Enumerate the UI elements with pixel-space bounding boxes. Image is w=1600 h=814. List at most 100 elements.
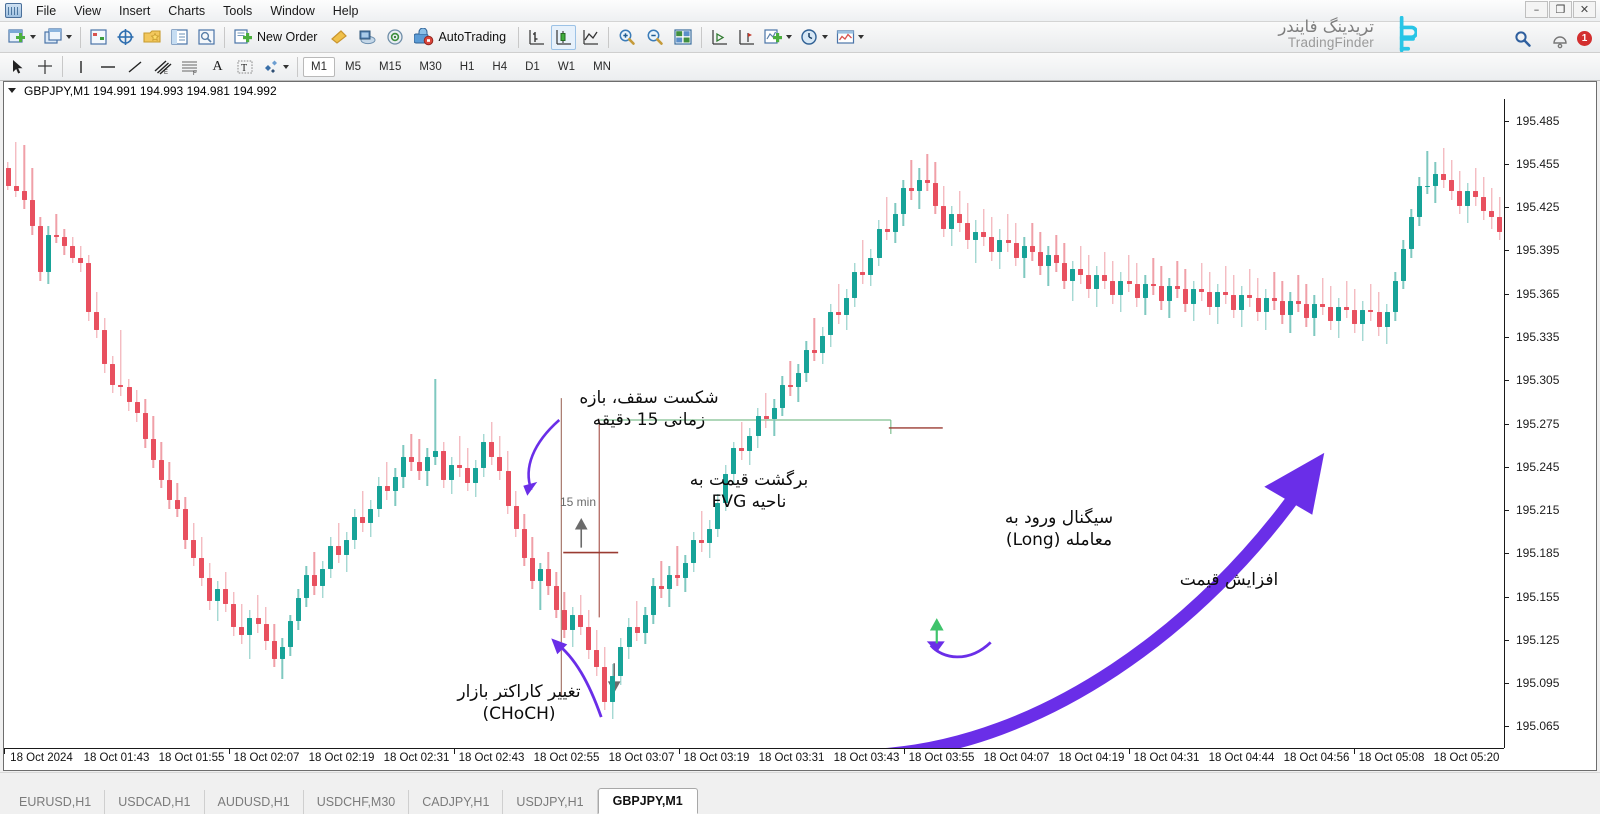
candlestick — [529, 537, 535, 590]
navigator-button[interactable] — [140, 25, 165, 50]
price-axis-tick — [1505, 726, 1509, 728]
price-axis[interactable]: 195.485 195.455 195.425 195.395 195.365 195.3… — [1504, 99, 1596, 748]
time-axis-tick — [679, 749, 680, 754]
chart-shift-button[interactable] — [734, 25, 759, 50]
chart-tab-gbpjpy[interactable]: GBPJPY,M1 — [597, 788, 698, 814]
window-controls: – ❐ ✕ — [1525, 1, 1596, 18]
maximize-button[interactable]: ❐ — [1549, 1, 1572, 18]
market-watch-button[interactable] — [86, 25, 111, 50]
timeframe-m15[interactable]: M15 — [371, 57, 409, 77]
candlestick — [989, 217, 995, 261]
data-window-button[interactable] — [113, 25, 138, 50]
candlestick — [900, 179, 906, 226]
candlestick — [457, 436, 463, 477]
candlestick — [255, 595, 261, 633]
timeframe-m1[interactable]: M1 — [303, 56, 335, 77]
menu-item-tools[interactable]: Tools — [215, 2, 260, 20]
candlestick-chart-button[interactable] — [551, 24, 577, 50]
tile-windows-button[interactable] — [670, 25, 696, 50]
line-chart-button[interactable] — [578, 25, 603, 50]
crosshair-tool[interactable] — [32, 54, 57, 79]
zoom-in-button[interactable] — [614, 25, 640, 50]
time-axis-tick — [454, 749, 455, 754]
candlestick — [45, 225, 51, 284]
minimize-button[interactable]: – — [1525, 1, 1548, 18]
candlestick — [118, 329, 124, 397]
text-label-tool[interactable]: T — [232, 54, 257, 79]
chart-tab-usdcad[interactable]: USDCAD,H1 — [105, 790, 205, 814]
shapes-tool[interactable] — [259, 54, 292, 79]
candlestick — [1489, 188, 1495, 229]
menu-item-help[interactable]: Help — [325, 2, 367, 20]
menu-item-window[interactable]: Window — [262, 2, 322, 20]
chart-menu-triangle-icon[interactable] — [8, 88, 16, 93]
price-axis-label: 195.395 — [1516, 243, 1560, 258]
candlestick — [868, 248, 874, 287]
timeframe-d1[interactable]: D1 — [517, 57, 548, 77]
timeframe-h4[interactable]: H4 — [484, 57, 515, 77]
menu-item-file[interactable]: File — [28, 2, 64, 20]
tradingfinder-logo: تریدینگ فایندر TradingFinder — [1278, 16, 1417, 52]
chart-window[interactable]: GBPJPY,M1 194.991 194.993 194.981 194.99… — [3, 81, 1597, 771]
menu-item-charts[interactable]: Charts — [160, 2, 213, 20]
search-icon[interactable] — [1514, 30, 1532, 48]
equidistant-channel-tool[interactable]: E — [149, 54, 175, 79]
time-axis-label: 18 Oct 03:43 — [833, 752, 900, 764]
chart-tab-usdjpy[interactable]: USDJPY,H1 — [503, 790, 598, 814]
menu-item-insert[interactable]: Insert — [111, 2, 158, 20]
fibonacci-tool[interactable]: F — [177, 54, 203, 79]
autotrading-button[interactable]: AutoTrading — [410, 25, 513, 50]
candlestick — [295, 589, 301, 630]
bar-chart-button[interactable] — [524, 25, 549, 50]
trendline-tool[interactable] — [122, 54, 147, 79]
chart-tab-usdchf[interactable]: USDCHF,M30 — [304, 790, 410, 814]
candlestick — [400, 445, 406, 489]
candlestick — [392, 468, 398, 506]
vertical-line-tool[interactable] — [68, 54, 93, 79]
auto-scroll-button[interactable] — [707, 25, 732, 50]
time-axis-label: 18 Oct 02:31 — [383, 752, 450, 764]
candlestick — [1126, 254, 1132, 293]
candlestick — [828, 303, 834, 348]
timeframe-w1[interactable]: W1 — [550, 57, 583, 77]
profiles-button[interactable] — [41, 25, 75, 50]
indicators-button[interactable] — [761, 25, 795, 50]
strategy-tester-button[interactable] — [194, 25, 219, 50]
mql5-community-button[interactable] — [354, 25, 380, 50]
candlestick — [1110, 260, 1116, 304]
periods-button[interactable] — [797, 25, 831, 50]
candlestick — [1368, 283, 1374, 322]
candlestick — [981, 208, 987, 247]
chart-plot-area[interactable]: شکست سقف، بازه زمانی 15 دقیقه برگشت قیمت … — [4, 99, 1504, 748]
timeframe-h1[interactable]: H1 — [452, 57, 483, 77]
candlestick — [303, 566, 309, 607]
text-tool[interactable]: A — [205, 54, 230, 79]
timeframe-m5[interactable]: M5 — [337, 57, 369, 77]
cursor-tool[interactable] — [5, 54, 30, 79]
candlestick — [924, 153, 930, 192]
zoom-out-button[interactable] — [642, 25, 668, 50]
close-button[interactable]: ✕ — [1573, 1, 1596, 18]
candlestick — [1191, 280, 1197, 322]
time-axis[interactable]: 18 Oct 2024 18 Oct 01:43 18 Oct 01:55 18 Oc… — [4, 748, 1504, 770]
candlestick — [658, 560, 664, 598]
new-chart-button[interactable] — [5, 25, 39, 50]
new-order-button[interactable]: New Order — [230, 25, 324, 50]
terminal-button[interactable] — [167, 25, 192, 50]
notification-bell-icon[interactable] — [1550, 30, 1572, 50]
timeframe-m30[interactable]: M30 — [411, 57, 449, 77]
candlestick — [666, 566, 672, 607]
candlestick — [86, 254, 92, 322]
chart-tab-audusd[interactable]: AUDUSD,H1 — [205, 790, 304, 814]
timeframe-mn[interactable]: MN — [585, 57, 619, 77]
brand-mark-icon — [1399, 16, 1417, 52]
candlestick — [755, 407, 761, 448]
bos-up-arrow-marker — [574, 518, 588, 548]
templates-button[interactable] — [833, 25, 867, 50]
menu-item-view[interactable]: View — [66, 2, 109, 20]
vps-button[interactable] — [382, 25, 408, 50]
horizontal-line-tool[interactable] — [95, 54, 120, 79]
chart-tab-eurusd[interactable]: EURUSD,H1 — [6, 790, 106, 814]
metaeditor-button[interactable] — [326, 25, 352, 50]
chart-tab-cadjpy[interactable]: CADJPY,H1 — [409, 790, 504, 814]
